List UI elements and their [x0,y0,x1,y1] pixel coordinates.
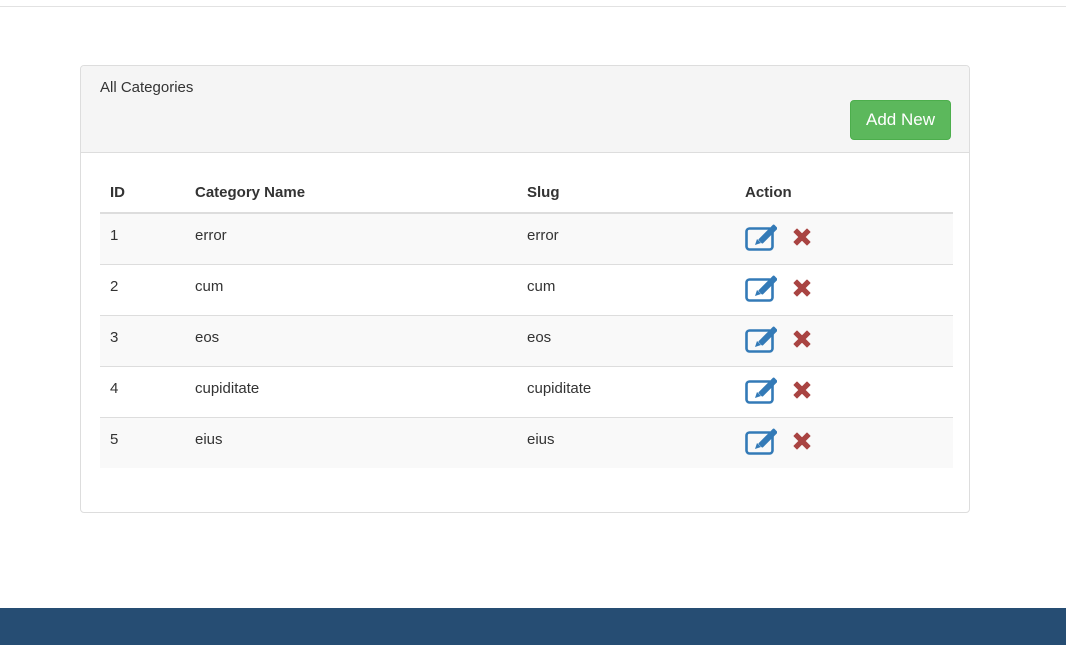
table-header-row: ID Category Name Slug Action [100,172,953,214]
cell-id: 2 [100,263,185,315]
cell-action [735,365,953,417]
cell-slug: cupiditate [517,365,735,417]
cell-category-name: eos [185,314,517,366]
delete-icon[interactable] [791,430,813,452]
panel-heading: All Categories Add New [81,66,969,153]
top-bar [0,0,1066,7]
categories-table: ID Category Name Slug Action 1 error err… [100,172,953,468]
table-row: 3 eos eos [100,314,953,366]
cell-action [735,416,953,468]
footer-bar [0,608,1066,645]
cell-id: 1 [100,212,185,264]
cell-category-name: error [185,212,517,264]
header-slug: Slug [517,172,735,214]
cell-category-name: cupiditate [185,365,517,417]
table-row: 4 cupiditate cupiditate [100,365,953,417]
cell-action [735,314,953,366]
cell-action [735,212,953,264]
cell-id: 5 [100,416,185,468]
edit-icon[interactable] [745,274,778,302]
categories-panel: All Categories Add New ID Category Name … [80,65,970,513]
table-row: 1 error error [100,212,953,264]
add-new-button[interactable]: Add New [850,100,951,140]
delete-icon[interactable] [791,277,813,299]
table-row: 2 cum cum [100,263,953,315]
cell-slug: cum [517,263,735,315]
header-action: Action [735,172,953,214]
delete-icon[interactable] [791,226,813,248]
table-body: 1 error error 2 cum cum 3 eos eos 4 cupi… [100,212,953,468]
cell-slug: eius [517,416,735,468]
edit-icon[interactable] [745,376,778,404]
panel-title: All Categories [100,79,194,96]
cell-action [735,263,953,315]
cell-slug: error [517,212,735,264]
edit-icon[interactable] [745,427,778,455]
delete-icon[interactable] [791,379,813,401]
cell-id: 3 [100,314,185,366]
cell-id: 4 [100,365,185,417]
cell-category-name: cum [185,263,517,315]
header-category-name: Category Name [185,172,517,214]
header-id: ID [100,172,185,214]
edit-icon[interactable] [745,325,778,353]
cell-category-name: eius [185,416,517,468]
delete-icon[interactable] [791,328,813,350]
cell-slug: eos [517,314,735,366]
table-row: 5 eius eius [100,416,953,468]
edit-icon[interactable] [745,223,778,251]
